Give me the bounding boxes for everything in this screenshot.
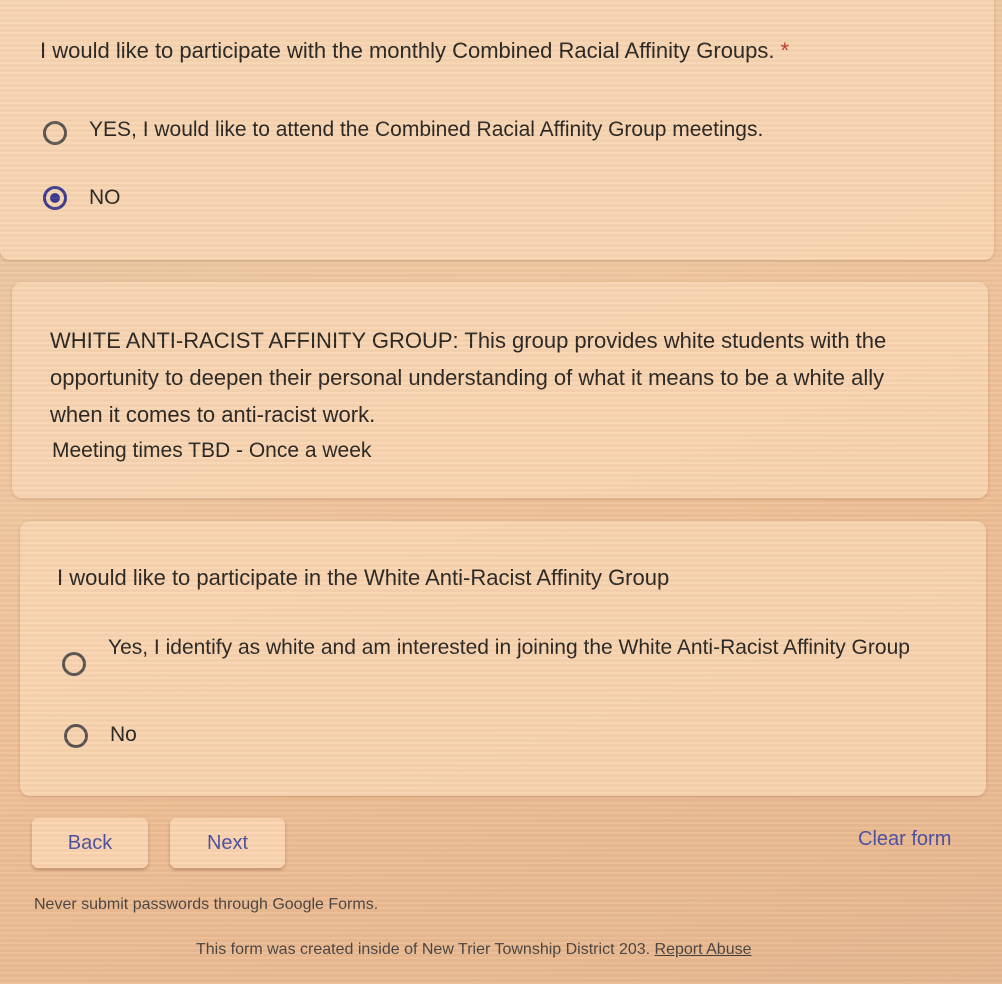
radio-button[interactable]	[64, 724, 88, 748]
option-yes-combined[interactable]: YES, I would like to attend the Combined…	[43, 114, 763, 145]
next-button[interactable]: Next	[170, 818, 285, 868]
form-origin-text: This form was created inside of New Trie…	[196, 941, 651, 958]
question-title-text: I would like to participate with the mon…	[40, 38, 775, 63]
password-warning: Never submit passwords through Google Fo…	[34, 896, 379, 913]
radio-button-selected[interactable]	[43, 186, 67, 210]
description-text: WHITE ANTI-RACIST AFFINITY GROUP: This g…	[50, 328, 887, 427]
radio-button[interactable]	[62, 652, 86, 676]
option-no-combined[interactable]: NO	[43, 182, 121, 213]
option-no-white-anti-racist[interactable]: No	[64, 719, 137, 750]
meeting-times-note: Meeting times TBD - Once a week	[52, 439, 372, 462]
back-button[interactable]: Back	[32, 818, 148, 868]
clear-form-button[interactable]: Clear form	[858, 828, 951, 851]
option-yes-white-anti-racist[interactable]: Yes, I identify as white and am interest…	[62, 632, 938, 676]
option-label: Yes, I identify as white and am interest…	[108, 636, 910, 659]
question-title-white-anti-racist: I would like to participate in the White…	[57, 565, 670, 590]
report-abuse-link[interactable]: Report Abuse	[655, 941, 752, 958]
question-title-combined-groups: I would like to participate with the mon…	[40, 37, 789, 65]
required-asterisk: *	[780, 38, 790, 63]
option-label: No	[110, 723, 137, 746]
radio-button[interactable]	[43, 121, 67, 145]
option-label: YES, I would like to attend the Combined…	[89, 118, 764, 141]
option-label: NO	[89, 186, 121, 209]
form-origin-note: This form was created inside of New Trie…	[196, 941, 752, 959]
